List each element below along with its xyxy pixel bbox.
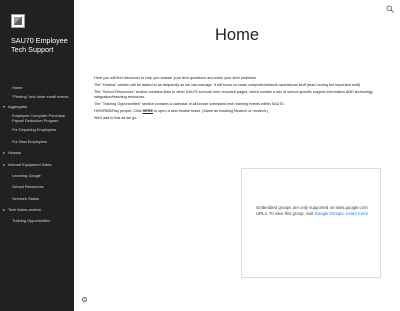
embedded-group-box: Embedded groups are only supported on si… bbox=[241, 168, 381, 278]
sidebar-item-learning-google[interactable]: Learning Google bbox=[0, 173, 74, 179]
sidebar-item-school-resources[interactable]: School Resources bbox=[0, 185, 74, 190]
sidebar-nav: Home "Printing" and other email events A… bbox=[0, 85, 74, 224]
site-logo[interactable] bbox=[11, 14, 25, 28]
sidebar-item-new-employees[interactable]: For New Employees bbox=[0, 139, 74, 145]
trouble-ticket-suffix: to open a new trouble ticket. (Same as e… bbox=[152, 109, 269, 114]
sidebar-item-departing-employees[interactable]: For Departing Employees bbox=[0, 128, 74, 133]
info-icon[interactable]: i bbox=[82, 297, 87, 302]
search-icon[interactable] bbox=[386, 5, 394, 13]
learn-more-link[interactable]: Learn more bbox=[346, 211, 368, 216]
google-groups-link[interactable]: Google Groups. bbox=[314, 211, 344, 216]
sidebar-item-home[interactable]: Home bbox=[0, 85, 74, 91]
embedded-group-message: Embedded groups are only supported on si… bbox=[250, 205, 374, 216]
trouble-ticket-prefix: HHS/RMS/Ray people: Click bbox=[94, 109, 143, 114]
sidebar: SAU70 Employee Tech Support Home "Printi… bbox=[0, 0, 74, 311]
sidebar-item-employee-computer-purchase[interactable]: Employee Computer Purchase Payroll Deduc… bbox=[0, 113, 74, 124]
intro-paragraph: Here you will find resources to help you… bbox=[94, 76, 258, 80]
training-paragraph: The "Training Opportunities" section con… bbox=[94, 102, 285, 107]
sidebar-item-tech-notes-archive[interactable]: Tech Notes archive bbox=[0, 207, 74, 213]
trouble-ticket-link[interactable]: HERE bbox=[143, 109, 153, 113]
page-title: Home bbox=[214, 26, 259, 44]
howtos-paragraph: The "Howtos" section will be added to as… bbox=[94, 83, 362, 88]
trouble-ticket-paragraph: HHS/RMS/Ray people: Click HERE to open a… bbox=[94, 109, 388, 114]
sidebar-item-internal-equipment-sales[interactable]: Internal Equipment Sales bbox=[0, 162, 74, 168]
sidebar-item-training-opportunities[interactable]: Training Opportunities bbox=[0, 219, 74, 224]
sidebar-item-howtos[interactable]: Howtos bbox=[0, 150, 74, 156]
sidebar-item-services-status[interactable]: Services Status bbox=[0, 196, 74, 202]
closing-paragraph: We'll add to this as we go. bbox=[94, 116, 138, 121]
school-resources-paragraph: The "School Resources" section contains … bbox=[94, 90, 373, 100]
site-title[interactable]: SAU70 Employee Tech Support bbox=[11, 36, 73, 54]
sidebar-item-printing-events[interactable]: "Printing" and other email events bbox=[0, 95, 74, 100]
sidebar-item-aggregator[interactable]: Aggregator bbox=[0, 104, 74, 110]
page-content: Here you will find resources to help you… bbox=[94, 76, 388, 123]
